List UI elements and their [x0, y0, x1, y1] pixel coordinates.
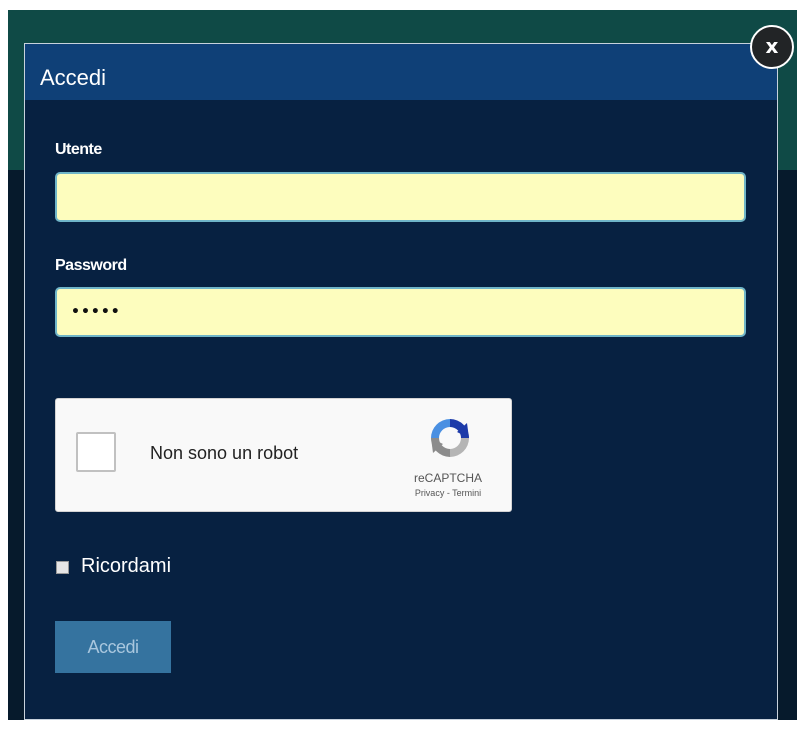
remember-checkbox[interactable] — [56, 561, 69, 574]
login-modal: Accedi Utente Password Non sono un robot… — [24, 43, 778, 720]
recaptcha-label: Non sono un robot — [150, 443, 299, 463]
close-button[interactable]: x — [750, 25, 794, 69]
username-label: Utente — [55, 141, 102, 158]
recaptcha-checkbox[interactable] — [76, 432, 116, 472]
username-input[interactable] — [55, 172, 746, 222]
password-input[interactable] — [55, 287, 746, 337]
modal-header: Accedi — [25, 44, 777, 100]
modal-title: Accedi — [40, 65, 107, 90]
recaptcha-widget: Non sono un robot reCAPTCHA Privacy - Te… — [55, 398, 512, 512]
recaptcha-brand: reCAPTCHA — [413, 471, 482, 485]
close-icon: x — [765, 34, 779, 58]
remember-label: Ricordami — [81, 555, 172, 577]
recaptcha-links[interactable]: Privacy - Termini — [402, 488, 494, 498]
password-label: Password — [55, 257, 127, 274]
login-button[interactable]: Accedi — [55, 621, 171, 673]
recaptcha-logo-icon — [431, 419, 469, 457]
